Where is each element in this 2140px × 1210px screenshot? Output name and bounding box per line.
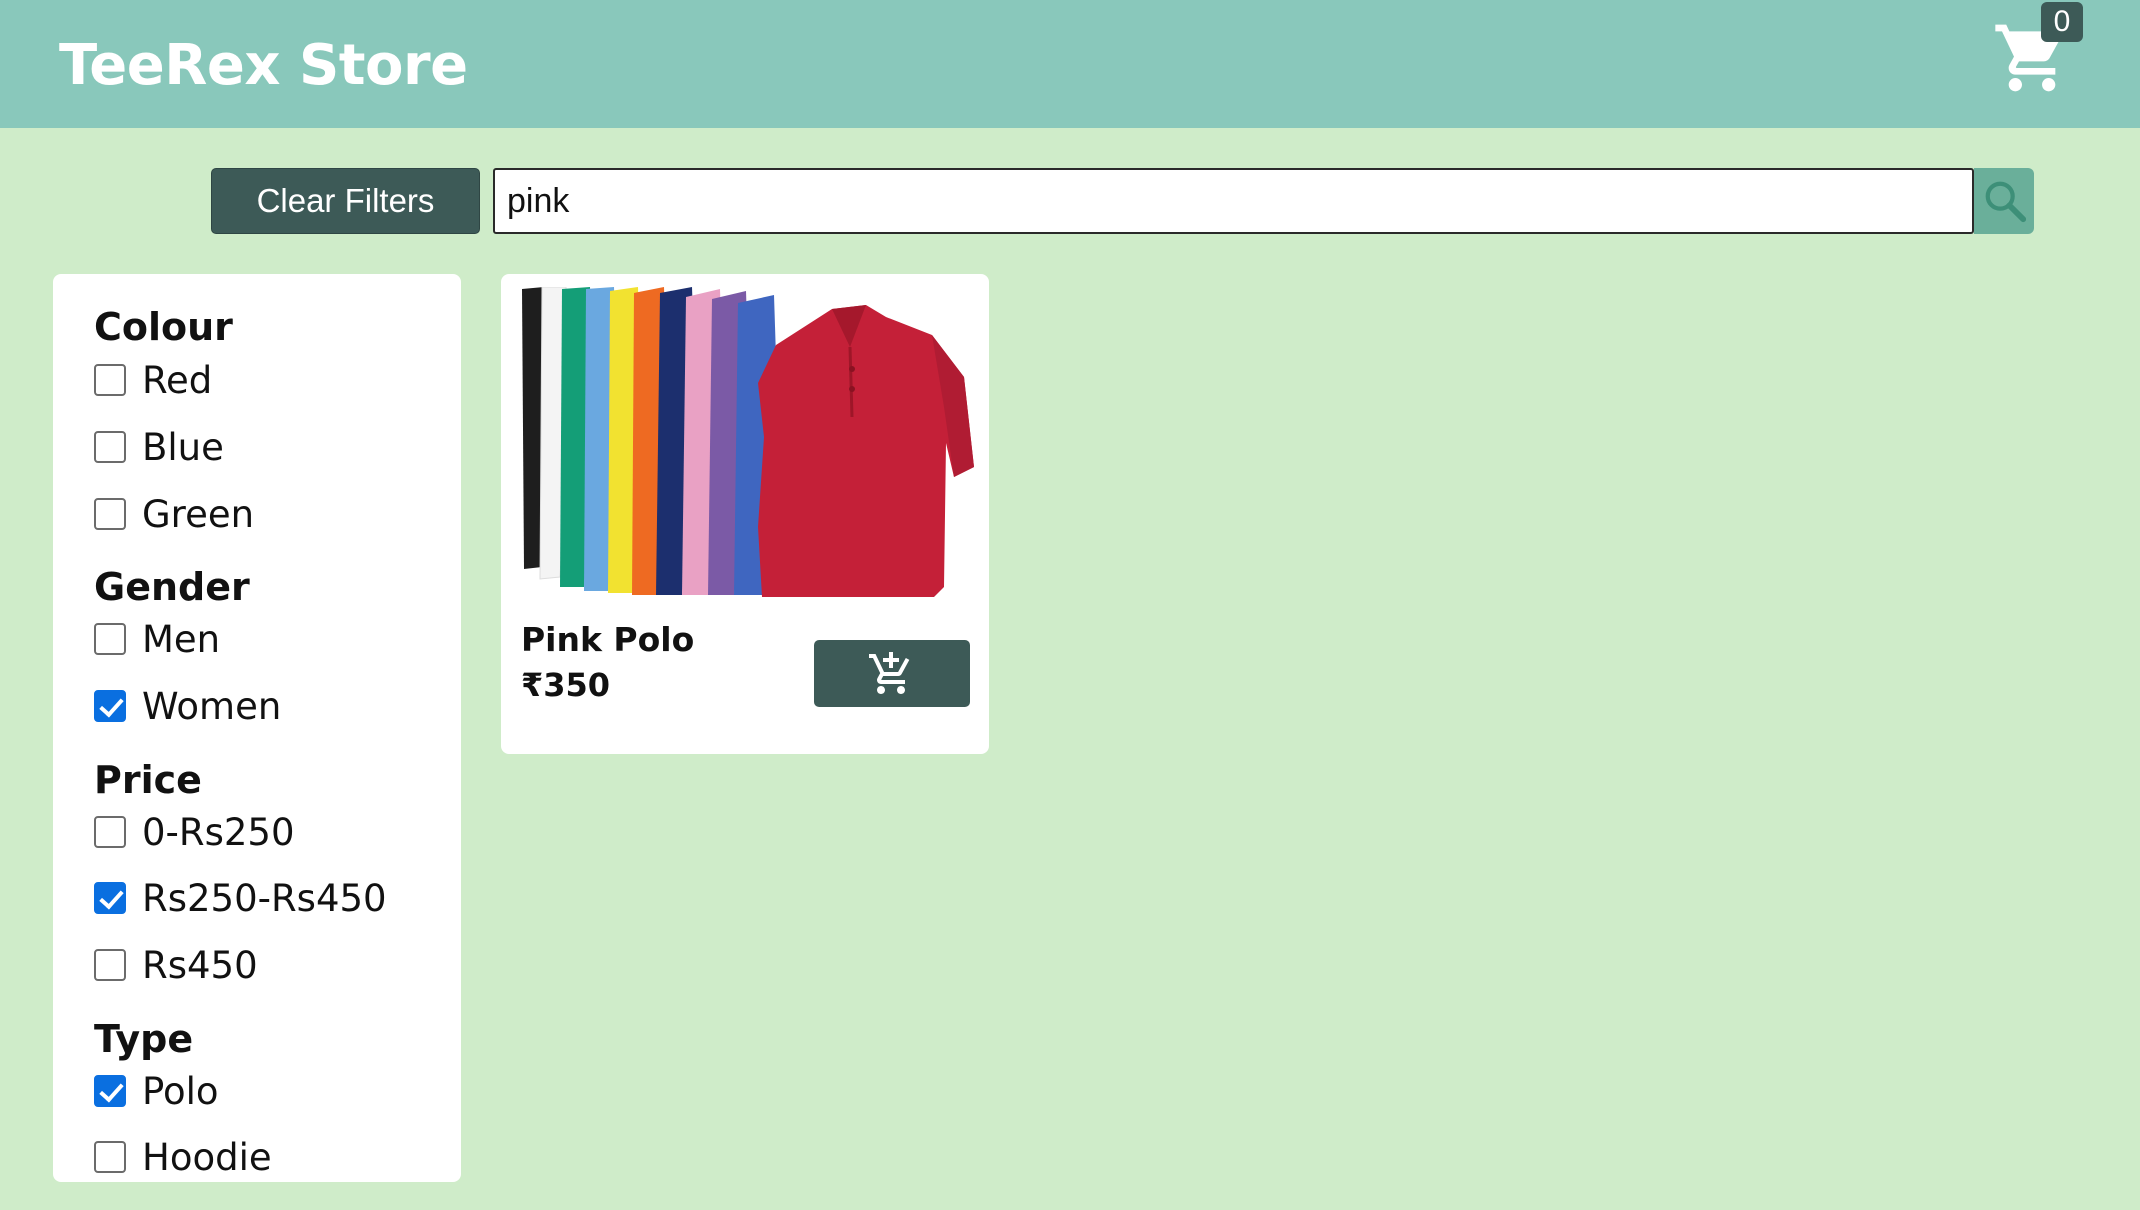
filter-option-label: Rs250-Rs450 xyxy=(142,876,387,920)
filter-panel: Colour Red Blue Green Gender Men Women P… xyxy=(53,274,461,1182)
filter-option-blue[interactable]: Blue xyxy=(94,422,224,472)
checkbox[interactable] xyxy=(94,364,126,396)
clear-filters-button[interactable]: Clear Filters xyxy=(211,168,480,234)
filter-option-label: Green xyxy=(142,492,255,536)
filter-heading-colour: Colour xyxy=(94,305,233,349)
filter-option-label: Men xyxy=(142,617,221,661)
checkbox[interactable] xyxy=(94,816,126,848)
checkbox-checked[interactable] xyxy=(94,690,126,722)
checkbox[interactable] xyxy=(94,498,126,530)
filter-heading-gender: Gender xyxy=(94,565,250,609)
filter-option-green[interactable]: Green xyxy=(94,489,254,539)
product-image xyxy=(514,287,976,597)
search-input[interactable] xyxy=(493,168,1974,234)
search-button[interactable] xyxy=(1974,168,2034,234)
checkbox[interactable] xyxy=(94,949,126,981)
checkbox[interactable] xyxy=(94,1141,126,1173)
product-name: Pink Polo xyxy=(521,620,695,659)
store-title[interactable]: TeeRex Store xyxy=(59,30,468,102)
product-card: Pink Polo ₹350 xyxy=(501,274,989,754)
add-to-cart-icon xyxy=(869,652,910,694)
filter-heading-type: Type xyxy=(94,1017,194,1061)
checkbox-checked[interactable] xyxy=(94,882,126,914)
checkbox-checked[interactable] xyxy=(94,1075,126,1107)
filter-heading-price: Price xyxy=(94,758,202,802)
filter-option-label: Hoodie xyxy=(142,1135,272,1179)
filter-option-hoodie[interactable]: Hoodie xyxy=(94,1132,272,1182)
add-to-cart-button[interactable] xyxy=(814,640,970,707)
product-price: ₹350 xyxy=(521,666,611,704)
filter-option-rs250-rs450[interactable]: Rs250-Rs450 xyxy=(94,873,387,923)
filter-option-red[interactable]: Red xyxy=(94,355,212,405)
app-header: TeeRex Store 0 xyxy=(0,0,2140,128)
search-icon xyxy=(1985,181,2027,223)
filter-option-label: Red xyxy=(142,358,213,402)
filter-option-label: 0-Rs250 xyxy=(142,810,295,854)
filter-option-0-rs250[interactable]: 0-Rs250 xyxy=(94,807,295,857)
filter-option-label: Women xyxy=(142,684,282,728)
checkbox[interactable] xyxy=(94,431,126,463)
filter-option-label: Polo xyxy=(142,1069,219,1113)
filter-option-rs450[interactable]: Rs450 xyxy=(94,940,258,990)
cart-count-badge: 0 xyxy=(2041,2,2083,42)
filter-option-men[interactable]: Men xyxy=(94,614,220,664)
filter-option-women[interactable]: Women xyxy=(94,681,281,731)
filter-option-label: Rs450 xyxy=(142,943,258,987)
filter-option-label: Blue xyxy=(142,425,224,469)
filter-option-polo[interactable]: Polo xyxy=(94,1066,219,1116)
checkbox[interactable] xyxy=(94,623,126,655)
